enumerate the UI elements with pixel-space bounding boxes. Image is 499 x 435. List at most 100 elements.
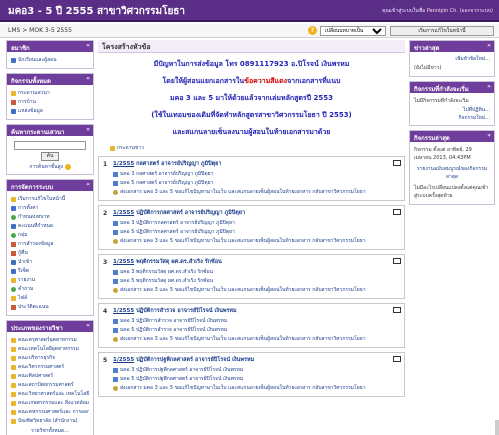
topic-title-text: ปฏิบัติการปฐพีกลศาสตร์ อาจารย์ปิโรจน์ เง… [136, 357, 255, 363]
activity-assignment-link[interactable]: การบ้าน [11, 98, 89, 106]
item-label: คณะวิศวกรรมศาสตร์ [18, 364, 65, 370]
resource-link[interactable]: มคอ 3 พฤติกรรมวัสดุ ผศ.ดร.สำเริง รักซ้อน [113, 268, 390, 276]
item-label: มคอ 5 ปฏิบัติการปฐพีกลศาสตร์ อาจารย์ปิโร… [120, 376, 244, 382]
admin-item[interactable]: นำเข้า [11, 258, 89, 266]
topic-number: 4 [103, 308, 108, 315]
search-forums-input[interactable] [14, 141, 86, 150]
new-event-link[interactable]: กิจกรรมใหม่... [414, 114, 490, 122]
collapse-toggle-icon[interactable] [393, 258, 401, 264]
collapse-icon[interactable]: » [487, 42, 491, 49]
item-label: รายงาน [18, 277, 36, 283]
admin-item[interactable]: คำถาม [11, 285, 89, 293]
full-report-link[interactable]: รายงานฉบับสมบูรณ์ของกิจกรรมล่าสุด [414, 165, 490, 181]
admin-item[interactable]: การสำรองข้อมูล [11, 240, 89, 248]
course-category-link[interactable]: คณะเกษตรกรรมและ สิ่งแวดล้อม [11, 399, 89, 407]
forum-link[interactable]: ส่งเอกสาร มคอ 3 และ 5 ขอแก้ไขปัญหามาในเว… [113, 286, 390, 294]
admin-item[interactable]: รายงาน [11, 276, 89, 284]
resource-link[interactable]: มคอ 3 ปฏิบัติการปฐพีกลศาสตร์ อาจารย์ปิโร… [113, 366, 390, 374]
course-category-link[interactable]: คณะบริหารธุรกิจ [11, 354, 89, 362]
collapse-icon[interactable]: « [86, 181, 90, 188]
collapse-toggle-icon[interactable] [393, 160, 401, 166]
topic-number: 5 [103, 357, 108, 364]
topic-title: 1/2555 ปฏิบัติการกลศาสตร์ อาจารย์ปริญญา … [113, 209, 390, 217]
login-user-link[interactable]: Pannipin Ch. [427, 8, 458, 14]
item-label: คณะศิลปศาสตร์ [18, 373, 54, 379]
collapse-toggle-icon[interactable] [393, 356, 401, 362]
course-category-link[interactable]: คณะวิศวกรรมศาสตร์ [11, 363, 89, 371]
resource-link[interactable]: มคอ 5 พฤติกรรมวัสดุ ผศ.ดร.สำเริง รักซ้อน [113, 277, 390, 285]
resource-link[interactable]: มคอ 5 ปฏิบัติการปฐพีกลศาสตร์ อาจารย์ปิโร… [113, 375, 390, 383]
forum-link[interactable]: ส่งเอกสาร มคอ 3 และ 5 ขอแก้ไขปัญหามาในเว… [113, 188, 390, 196]
navbar: LMS > MOK 3-5 2555 ? เปลี่ยนบทบาทเป็น เร… [0, 24, 499, 38]
resource-link[interactable]: มคอ 5 กลศาสตร์ อาจารย์ปริญญา ภูมิปิตุยา [113, 179, 390, 187]
admin-icon [11, 268, 16, 274]
add-new-topic-link[interactable]: เพิ่มหัวข้อใหม่... [414, 55, 490, 63]
people-icon [11, 57, 16, 63]
item-label: มคอ 5 ปฏิบัติการสำรวจ อาจารย์ปิโรจน์ เงิ… [120, 327, 228, 333]
item-label: กำหนดบทบาท [18, 214, 50, 220]
collapse-toggle-icon[interactable] [393, 209, 401, 215]
search-button[interactable]: ค้น [41, 152, 59, 161]
resource-link[interactable]: มคอ 3 กลศาสตร์ อาจารย์ปริญญา ภูมิปิตุยา [113, 170, 390, 178]
collapse-icon[interactable]: « [86, 126, 90, 133]
resource-link[interactable]: มคอ 3 ปฏิบัติการกลศาสตร์ อาจารย์ปริญญา ภ… [113, 219, 390, 227]
help-icon[interactable] [64, 163, 71, 170]
course-category-link[interactable]: คณะครุศาสตร์อุตสาหกรรม [11, 336, 89, 344]
advanced-search-link[interactable]: การค้นหาขั้นสูง [11, 163, 89, 171]
course-category-link[interactable]: บัณฑิตวิทยาลัย (สำนักงาน) [11, 417, 89, 425]
collapse-toggle-icon[interactable] [393, 307, 401, 313]
activity-forum-link[interactable]: กระดานเสวนา [11, 89, 89, 97]
collapse-icon[interactable]: » [487, 83, 491, 90]
collapse-icon[interactable]: « [86, 322, 90, 329]
document-icon [113, 229, 118, 235]
help-icon[interactable]: ? [308, 26, 317, 35]
activity-resource-link[interactable]: แหล่งข้อมูล [11, 107, 89, 115]
role-switch-select[interactable]: เปลี่ยนบทบาทเป็น [320, 26, 386, 36]
admin-item[interactable]: รีเซ็ต [11, 267, 89, 275]
notice-red-text: ข้อความสีแดง [244, 77, 288, 85]
course-category-link[interactable]: คณะสถาปัตยกรรมศาสตร์ [11, 381, 89, 389]
course-category-link[interactable]: คณะคหกรรมศาสตร์และ การออกแบบ [11, 408, 89, 416]
forum-icon [110, 145, 115, 151]
go-to-calendar-link[interactable]: ไปที่ปฏิทิน... [414, 106, 490, 114]
admin-item[interactable]: เริ่มการแก้ไขในหน้านี้ [11, 195, 89, 203]
topic-section: 3 1/2555 พฤติกรรมวัสดุ ผศ.ดร.สำเริง รักซ้… [98, 254, 405, 299]
collapse-icon[interactable]: « [86, 42, 90, 49]
forum-link[interactable]: ส่งเอกสาร มคอ 3 และ 5 ขอแก้ไขปัญหามาในเว… [113, 335, 390, 343]
all-courses-link[interactable]: รายวิชาทั้งหมด... [11, 427, 89, 435]
topic-course-code: 1/2555 [113, 308, 135, 314]
block-activities: กิจกรรมทั้งหมด « กระดานเสวนา การบ้าน แหล่… [6, 73, 94, 120]
admin-item[interactable]: กู้คืน [11, 249, 89, 257]
forum-link[interactable]: ส่งเอกสาร มคอ 3 และ 5 ขอแก้ไขปัญหามาในเว… [113, 384, 390, 392]
admin-item[interactable]: กลุ่ม [11, 231, 89, 239]
document-icon [113, 171, 118, 177]
forum-icon [113, 385, 118, 391]
logout-link[interactable]: (ออกจากระบบ) [460, 8, 493, 14]
scrollbar[interactable] [495, 420, 499, 435]
turn-editing-on-button[interactable]: เริ่มการแก้ไขในหน้านี้ [390, 26, 494, 36]
breadcrumb[interactable]: LMS > MOK 3-5 2555 [8, 27, 72, 34]
course-category-link[interactable]: คณะวิทยาศาสตร์และ เทคโนโลยี [11, 390, 89, 398]
admin-item[interactable]: การตั้งค่า [11, 204, 89, 212]
topic-list: 1 1/2555 กลศาสตร์ อาจารย์ปริญญา ภูมิปิตุย… [98, 156, 405, 397]
course-category-link[interactable]: คณะเทคโนโลยีอุตสาหกรรม [11, 345, 89, 353]
admin-item[interactable]: ไฟล์ [11, 294, 89, 302]
block-title: สมาชิก [11, 45, 30, 52]
collapse-icon[interactable]: » [487, 132, 491, 139]
collapse-icon[interactable]: « [86, 75, 90, 82]
block-recent-activity: กิจกรรมล่าสุด » กิจกรรม ตั้งแต่ อาทิตย์, … [409, 130, 495, 205]
admin-item[interactable]: กำหนดบทบาท [11, 213, 89, 221]
admin-item[interactable]: คะแนนที่กำหนด [11, 222, 89, 230]
left-column: สมาชิก « นักเรียนและผู้สอน กิจกรรมทั้งหมด… [6, 40, 94, 435]
item-label: กลุ่ม [18, 232, 28, 238]
forum-link[interactable]: ส่งเอกสาร มคอ 3 และ 5 ขอแก้ไขปัญหามาในเว… [113, 237, 390, 245]
news-forum-link[interactable]: กระดานข่าว [110, 144, 405, 152]
participants-link[interactable]: นักเรียนและผู้สอน [11, 56, 89, 64]
block-latest-news: ข่าวล่าสุด » เพิ่มหัวข้อใหม่... (ยังไม่มี… [409, 40, 495, 77]
resource-link[interactable]: มคอ 3 ปฏิบัติการสำรวจ อาจารย์ปิโรจน์ เงิ… [113, 317, 390, 325]
block-upcoming-events: กิจกรรมที่กำลังจะเริ่ม » ไม่มีกิจกรรมที่ก… [409, 81, 495, 126]
resource-link[interactable]: มคอ 5 ปฏิบัติการกลศาสตร์ อาจารย์ปริญญา ภ… [113, 228, 390, 236]
admin-item[interactable]: ประวัติคะแนน [11, 303, 89, 311]
resource-link[interactable]: มคอ 5 ปฏิบัติการสำรวจ อาจารย์ปิโรจน์ เงิ… [113, 326, 390, 334]
course-category-link[interactable]: คณะศิลปศาสตร์ [11, 372, 89, 380]
